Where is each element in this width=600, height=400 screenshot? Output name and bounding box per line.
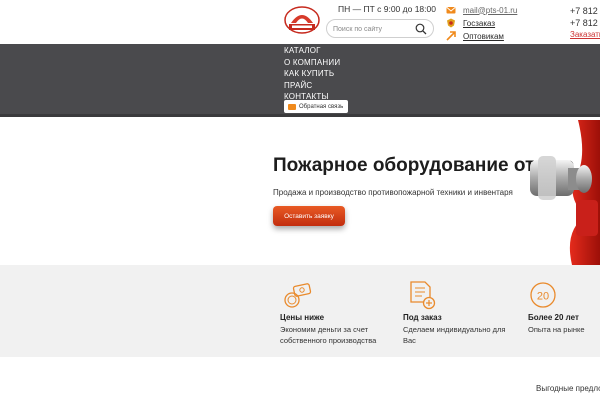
twenty-years-icon: 20 bbox=[530, 282, 556, 308]
envelope-icon bbox=[288, 103, 296, 110]
main-nav: КАТАЛОГ О КОМПАНИИ КАК КУПИТЬ ПРАЙС КОНТ… bbox=[0, 44, 600, 117]
goszakaz-link[interactable]: Госзаказ bbox=[463, 19, 495, 28]
nav-item-about[interactable]: О КОМПАНИИ bbox=[284, 57, 340, 69]
emblem-icon bbox=[447, 18, 455, 28]
nav-item-how-to-buy[interactable]: КАК КУПИТЬ bbox=[284, 68, 340, 80]
phones-block: +7 812 4 +7 812 7 Заказать bbox=[570, 5, 600, 41]
hero-subtitle: Продажа и производство противопожарной т… bbox=[273, 188, 513, 197]
header-links: mail@pts-01.ru Госзаказ Оптовикам bbox=[446, 4, 517, 43]
twenty-badge-text: 20 bbox=[537, 291, 549, 303]
coins-icon bbox=[284, 283, 312, 308]
mail-icon bbox=[446, 7, 456, 14]
arrow-icon bbox=[446, 31, 456, 41]
fire-equipment-image bbox=[530, 120, 600, 265]
mail-link[interactable]: mail@pts-01.ru bbox=[463, 6, 517, 15]
feature-experience-desc: Опыта на рынке bbox=[528, 325, 585, 334]
feature-custom-order-title: Под заказ bbox=[403, 313, 442, 322]
company-logo[interactable] bbox=[283, 3, 321, 35]
nav-item-price[interactable]: ПРАЙС bbox=[284, 80, 340, 92]
goszakaz-link-row: Госзаказ bbox=[446, 17, 517, 29]
document-plus-icon bbox=[410, 281, 436, 310]
offers-heading: Выгодные предло bbox=[536, 384, 600, 393]
hero-section: Пожарное оборудование от про Продажа и п… bbox=[0, 120, 600, 265]
callback-label: Обратная связь bbox=[299, 103, 344, 110]
phone-1[interactable]: +7 812 4 bbox=[570, 5, 600, 17]
nav-item-catalog[interactable]: КАТАЛОГ bbox=[284, 45, 340, 57]
phone-2[interactable]: +7 812 7 bbox=[570, 17, 600, 29]
feature-prices-title: Цены ниже bbox=[280, 313, 325, 322]
nav-menu: КАТАЛОГ О КОМПАНИИ КАК КУПИТЬ ПРАЙС КОНТ… bbox=[284, 45, 340, 103]
wholesale-link-row: Оптовикам bbox=[446, 30, 517, 42]
wholesale-link[interactable]: Оптовикам bbox=[463, 32, 504, 41]
working-hours: ПН — ПТ с 9:00 до 18:00 bbox=[338, 4, 436, 14]
site-header: ПН — ПТ с 9:00 до 18:00 mail@pts-01.ru Г… bbox=[0, 0, 600, 44]
mail-link-row: mail@pts-01.ru bbox=[446, 4, 517, 16]
features-band: Цены ниже Экономим деньги за счет собств… bbox=[0, 265, 600, 357]
order-call-link[interactable]: Заказать bbox=[570, 29, 600, 41]
callback-button[interactable]: Обратная связь bbox=[284, 100, 349, 113]
search-input[interactable] bbox=[333, 23, 413, 35]
search-icon[interactable] bbox=[415, 23, 427, 35]
feature-prices-desc: Экономим деньги за счет собственного про… bbox=[280, 325, 377, 345]
feature-experience-title: Более 20 лет bbox=[528, 313, 579, 322]
feature-custom-order-desc: Сделаем индивидуально для Вас bbox=[403, 325, 506, 345]
search-box[interactable] bbox=[326, 19, 434, 38]
leave-request-button[interactable]: Оставить заявку bbox=[273, 206, 345, 226]
